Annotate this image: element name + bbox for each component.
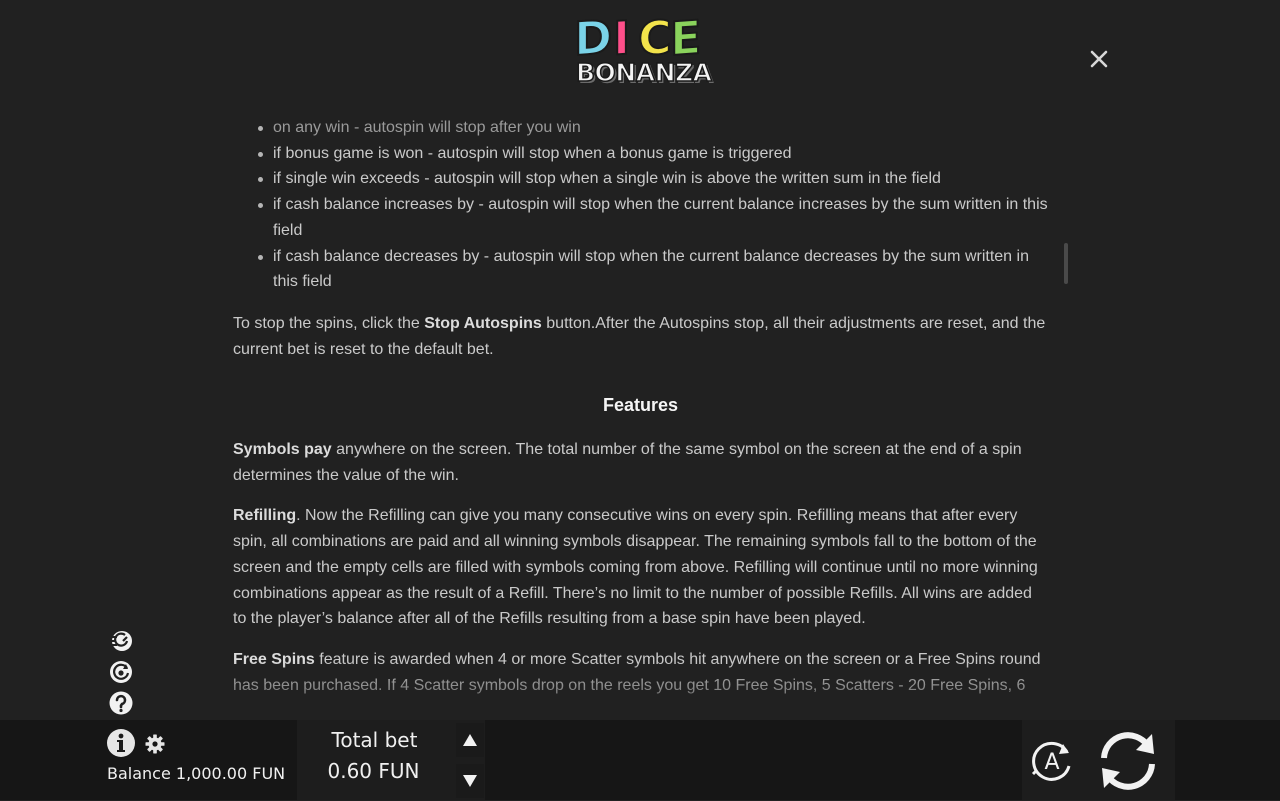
total-bet-label: Total bet: [331, 728, 418, 752]
stop-autospins-paragraph: To stop the spins, click the Stop Autosp…: [233, 311, 1048, 362]
logo-letter: E: [669, 9, 702, 67]
info-icon: [107, 729, 135, 757]
scrollbar-thumb[interactable]: [1064, 243, 1068, 284]
paragraph-bold: Refilling: [233, 507, 297, 525]
help-button[interactable]: [108, 690, 134, 716]
paragraph-text: . Now the Refilling can give you many co…: [233, 507, 1038, 628]
list-item: if cash balance increases by - autospin …: [258, 192, 1048, 243]
settings-button[interactable]: [144, 733, 166, 755]
logo-letter: C: [637, 9, 673, 67]
autoplay-icon: A: [1031, 741, 1071, 781]
gear-icon: [145, 734, 165, 754]
paragraph-text: feature is awarded when 4 or more Scatte…: [233, 650, 1041, 694]
total-bet-value: 0.60 FUN: [327, 759, 420, 783]
logo-dice-word: D I C E: [573, 8, 702, 67]
logo-letter: I: [612, 9, 631, 66]
help-icon: [109, 691, 133, 715]
free-spins-paragraph: Free Spins feature is awarded when 4 or …: [233, 647, 1048, 698]
game-logo: D I C E BONANZA: [572, 8, 713, 92]
autoplay-settings-button[interactable]: [108, 659, 134, 685]
close-icon: [1090, 50, 1108, 68]
list-item: if cash balance decreases by - autospin …: [258, 244, 1048, 295]
symbols-pay-paragraph: Symbols pay anywhere on the screen. The …: [233, 437, 1048, 488]
balance-display: Balance 1,000.00 FUN: [107, 764, 286, 783]
spin-icon: [1101, 732, 1155, 790]
list-item: if single win exceeds - autospin will st…: [258, 166, 1048, 192]
spin-button[interactable]: [1092, 726, 1164, 796]
paragraph-bold: Symbols pay: [233, 441, 332, 459]
close-button[interactable]: [1086, 46, 1112, 72]
paragraph-bold: Free Spins: [233, 650, 315, 668]
autoplay-label: A: [1044, 750, 1059, 775]
list-item: if bonus game is won - autospin will sto…: [258, 141, 1048, 167]
refilling-paragraph: Refilling. Now the Refilling can give yo…: [233, 503, 1048, 632]
paragraph-text: To stop the spins, click the: [233, 314, 425, 332]
arrow-up-icon: [463, 734, 477, 746]
features-heading: Features: [602, 395, 679, 416]
turbo-spin-icon: [110, 631, 132, 651]
paragraph-bold: Stop Autospins: [424, 314, 542, 332]
autoplay-settings-icon: [110, 661, 132, 683]
list-item: on any win - autospin will stop after yo…: [258, 115, 1048, 141]
increase-bet-button[interactable]: [456, 723, 484, 757]
turbo-spin-button[interactable]: [108, 628, 134, 654]
autoplay-button[interactable]: A: [1027, 736, 1077, 786]
logo-letter: D: [573, 8, 613, 67]
rules-content[interactable]: on any win - autospin will stop after yo…: [233, 115, 1048, 703]
info-button[interactable]: [106, 728, 136, 758]
paragraph-text: anywhere on the screen. The total number…: [233, 441, 1022, 484]
decrease-bet-button[interactable]: [456, 764, 484, 798]
arrow-down-icon: [463, 775, 477, 787]
autospin-stop-options: on any win - autospin will stop after yo…: [233, 115, 1048, 295]
logo-bonanza-word: BONANZA: [575, 57, 712, 88]
